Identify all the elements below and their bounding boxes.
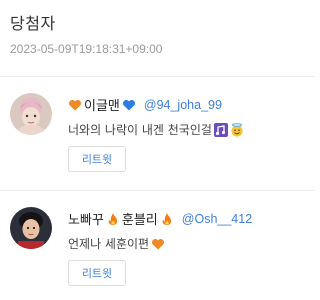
page-title: 당첨자 [10,14,56,33]
winner-item: 노빠꾸 훈블리 @Osh__412 언제나 세훈이편 리트윗 [0,191,314,300]
blue-heart-icon [122,98,136,112]
winner-name-line: 노빠꾸 훈블리 @Osh__412 [68,209,252,229]
draw-timestamp: 2023-05-09T19:18:31+09:00 [10,42,163,56]
fire-icon [106,212,120,226]
winner-message: 너와의 나락이 내겐 천국인걸 [68,121,244,138]
orange-heart-icon [151,237,165,251]
winner-message-text: 언제나 세훈이편 [68,237,150,251]
retweet-button[interactable]: 리트윗 [68,146,126,172]
fire-icon [160,212,174,226]
winner-message-text: 너와의 나락이 내겐 천국인걸 [68,123,212,137]
winner-name-part: 훈블리 [121,213,158,228]
winner-handle-link[interactable]: @94_joha_99 [144,98,222,112]
orange-heart-icon [68,98,82,112]
avatar[interactable] [10,93,52,135]
winner-handle-link[interactable]: @Osh__412 [182,212,252,226]
retweet-button[interactable]: 리트윗 [68,260,126,286]
winner-name: 이글맨 [84,99,120,114]
winner-item: 이글맨 @94_joha_99 너와의 나락이 내겐 천국인걸 리트윗 [0,77,314,189]
winner-name-line: 이글맨 @94_joha_99 [68,95,222,114]
winner-message: 언제나 세훈이편 [68,235,165,252]
smiling-face-with-halo-icon [230,122,244,137]
musical-notes-icon [213,122,228,137]
winner-name-part: 노빠꾸 [68,213,104,228]
avatar[interactable] [10,207,52,249]
